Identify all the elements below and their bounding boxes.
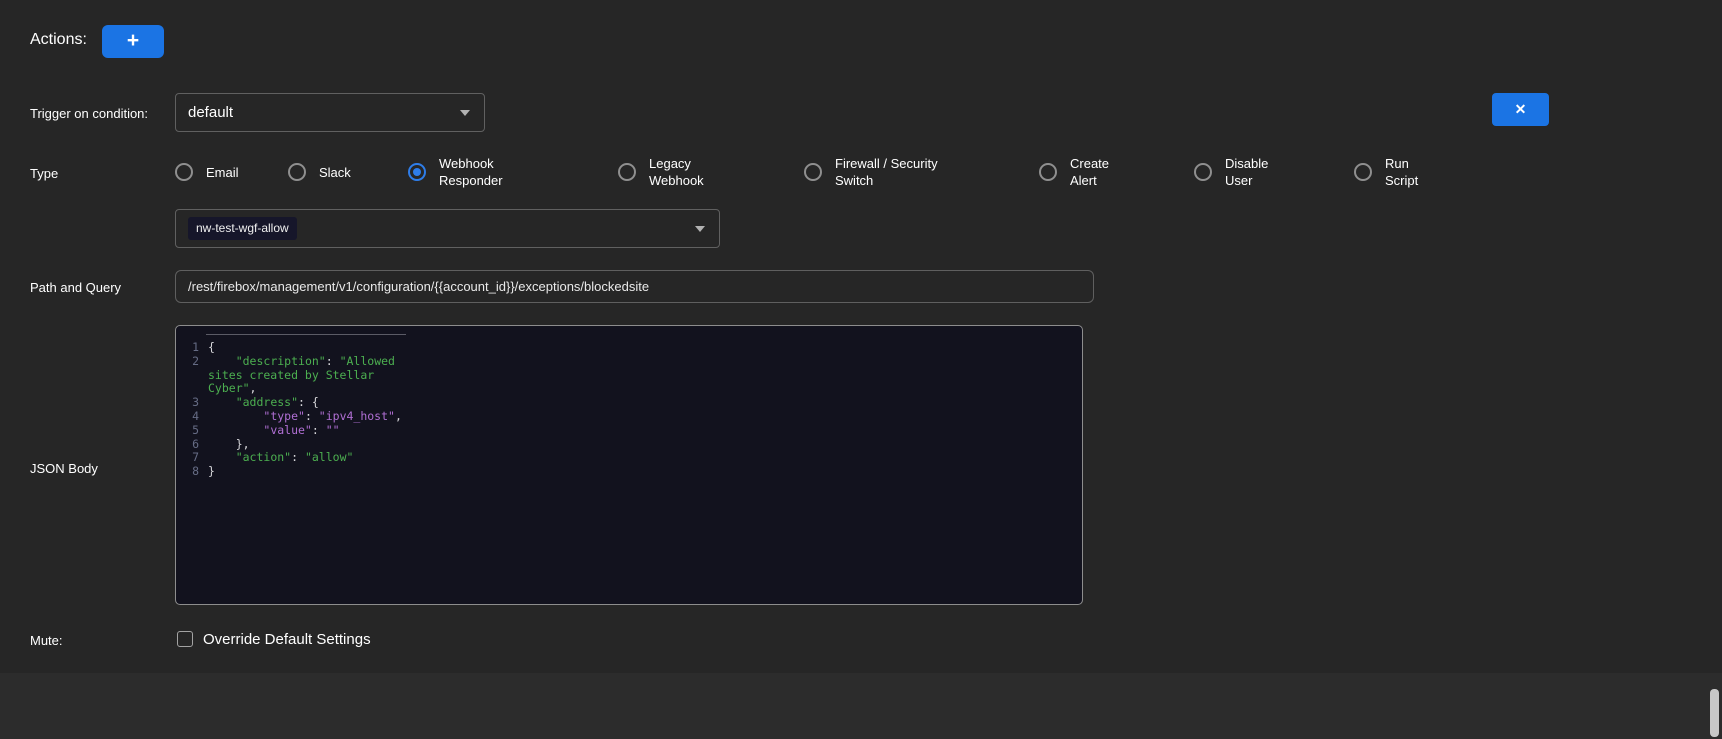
path-and-query-label: Path and Query	[30, 280, 121, 295]
trigger-condition-label: Trigger on condition:	[30, 106, 148, 121]
code-text: {	[208, 341, 215, 355]
type-option-disable-user[interactable]: DisableUser	[1194, 155, 1354, 189]
add-action-button[interactable]: +	[102, 25, 164, 58]
code-lines: 1{2 "description": "Allowedsites created…	[181, 341, 1070, 479]
radio-icon[interactable]	[1354, 163, 1372, 181]
type-option-label: DisableUser	[1225, 155, 1268, 189]
override-default-settings-label: Override Default Settings	[203, 631, 371, 648]
radio-icon[interactable]	[618, 163, 636, 181]
line-number	[181, 382, 208, 396]
line-number: 2	[181, 355, 208, 369]
code-line: 6 },	[181, 438, 1070, 452]
json-body-label: JSON Body	[30, 461, 98, 476]
code-line: sites created by Stellar	[181, 369, 1070, 383]
responder-chip: nw-test-wgf-allow	[188, 217, 297, 239]
code-text: },	[208, 438, 250, 452]
override-default-settings-checkbox[interactable]	[177, 631, 193, 647]
line-number: 1	[181, 341, 208, 355]
plus-icon: +	[127, 30, 139, 53]
code-line: 7 "action": "allow"	[181, 451, 1070, 465]
trigger-condition-value: default	[188, 104, 233, 121]
close-icon: ✕	[1515, 101, 1527, 118]
code-text: }	[208, 465, 215, 479]
radio-icon[interactable]	[804, 163, 822, 181]
trigger-condition-select[interactable]: default	[175, 93, 485, 132]
radio-selected-icon[interactable]	[408, 163, 426, 181]
mute-label: Mute:	[30, 633, 63, 648]
line-number: 3	[181, 396, 208, 410]
page-footer-area	[0, 673, 1722, 739]
code-text: sites created by Stellar	[208, 369, 374, 383]
line-number: 8	[181, 465, 208, 479]
responder-select[interactable]: nw-test-wgf-allow	[175, 209, 720, 248]
code-line: Cyber",	[181, 382, 1070, 396]
chevron-down-icon	[695, 226, 705, 232]
action-config-panel: Actions: + Trigger on condition: default…	[0, 0, 1722, 739]
type-radio-group: Email Slack WebhookResponder LegacyWebhook F…	[175, 148, 1474, 196]
type-option-slack[interactable]: Slack	[288, 163, 408, 181]
line-number: 4	[181, 410, 208, 424]
code-line: 1{	[181, 341, 1070, 355]
line-number: 7	[181, 451, 208, 465]
type-option-label: Email	[206, 164, 239, 181]
type-option-label: RunScript	[1385, 155, 1418, 189]
code-text: "action": "allow"	[208, 451, 353, 465]
code-line: 3 "address": {	[181, 396, 1070, 410]
type-option-webhook-responder[interactable]: WebhookResponder	[408, 155, 618, 189]
type-option-label: Slack	[319, 164, 351, 181]
radio-icon[interactable]	[1194, 163, 1212, 181]
radio-icon[interactable]	[1039, 163, 1057, 181]
radio-icon[interactable]	[175, 163, 193, 181]
vertical-scrollbar-thumb[interactable]	[1710, 689, 1719, 737]
line-number: 6	[181, 438, 208, 452]
code-text: "type": "ipv4_host",	[208, 410, 402, 424]
type-option-run-script[interactable]: RunScript	[1354, 155, 1474, 189]
path-and-query-input[interactable]	[175, 270, 1094, 303]
type-option-firewall-security-switch[interactable]: Firewall / SecuritySwitch	[804, 155, 1039, 189]
type-label: Type	[30, 166, 58, 181]
type-option-label: LegacyWebhook	[649, 155, 704, 189]
code-text: Cyber",	[208, 382, 256, 396]
type-option-legacy-webhook[interactable]: LegacyWebhook	[618, 155, 804, 189]
line-number: 5	[181, 424, 208, 438]
line-number	[181, 369, 208, 383]
type-option-email[interactable]: Email	[175, 163, 288, 181]
code-line: 5 "value": ""	[181, 424, 1070, 438]
code-line: 8}	[181, 465, 1070, 479]
type-option-label: Firewall / SecuritySwitch	[835, 155, 938, 189]
remove-action-button[interactable]: ✕	[1492, 93, 1549, 126]
code-text: "value": ""	[208, 424, 340, 438]
code-text: "address": {	[208, 396, 319, 410]
type-option-label: WebhookResponder	[439, 155, 503, 189]
type-option-label: CreateAlert	[1070, 155, 1109, 189]
type-option-create-alert[interactable]: CreateAlert	[1039, 155, 1194, 189]
actions-label: Actions:	[30, 31, 87, 49]
code-line: 4 "type": "ipv4_host",	[181, 410, 1070, 424]
chevron-down-icon	[460, 110, 470, 116]
radio-icon[interactable]	[288, 163, 306, 181]
code-text: "description": "Allowed	[208, 355, 395, 369]
json-body-editor[interactable]: 1{2 "description": "Allowedsites created…	[175, 325, 1083, 605]
code-line: 2 "description": "Allowed	[181, 355, 1070, 369]
